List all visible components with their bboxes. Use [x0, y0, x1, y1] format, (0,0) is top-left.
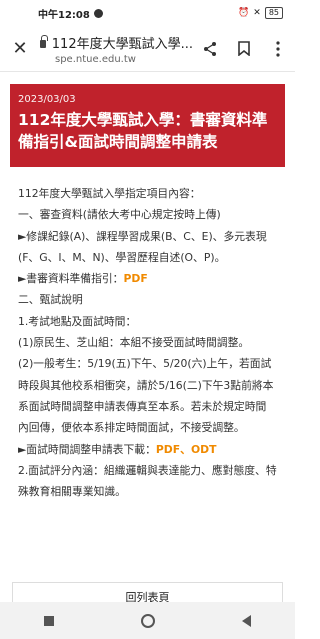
title-banner: 2023/03/03 112年度大學甄試入學：書審資料準備指引&面試時間調整申請…: [10, 84, 285, 167]
form-download-line: ►面試時間調整申請表下載：PDF、ODT: [18, 439, 277, 460]
guide-label: ►書審資料準備指引：: [18, 272, 124, 286]
status-bar: 中午12:08 ⏰ ✕ 85: [0, 0, 295, 26]
home-icon[interactable]: [140, 613, 155, 628]
more-menu-icon[interactable]: [261, 40, 295, 57]
guide-line: ►書審資料準備指引：PDF: [18, 268, 277, 289]
page-title: 112年度大學甄試入學...: [51, 36, 193, 52]
review-items: ►修課紀錄(A)、課程學習成果(B、C、E)、多元表現(F、G、I、M、N)、學…: [18, 229, 267, 264]
back-to-list-button[interactable]: 回列表頁: [12, 582, 283, 602]
scoring-criteria: 2.面試評分內涵：組織邏輯與表達能力、應對態度、特殊教育相關專業知識。: [18, 463, 277, 499]
section-heading-review: 一、審查資料(請依大考中心規定按時上傳): [18, 208, 221, 222]
post-date: 2023/03/03: [18, 94, 76, 105]
form-odt-link[interactable]: ODT: [191, 443, 217, 456]
status-icons: ⏰ ✕ 85: [238, 7, 283, 19]
article-body: 112年度大學甄試入學指定項目內容： 一、審查資料(請依大考中心規定按時上傳) …: [0, 167, 295, 502]
post-title: 112年度大學甄試入學：書審資料準備指引&面試時間調整申請表: [18, 111, 268, 151]
url-area[interactable]: 112年度大學甄試入學... spe.ntue.edu.tw: [40, 33, 193, 65]
bookmark-icon[interactable]: [227, 41, 261, 56]
lock-icon: [40, 34, 48, 48]
form-link-separator: 、: [180, 442, 191, 456]
battery-icon: 85: [264, 7, 283, 19]
alarm-icon: ⏰: [238, 8, 250, 18]
mute-icon: ✕: [253, 8, 261, 18]
recents-icon[interactable]: [43, 615, 54, 626]
status-time: 中午12:08: [38, 9, 90, 21]
messenger-icon: [93, 8, 103, 18]
url-host: spe.ntue.edu.tw: [55, 53, 136, 65]
section-heading-exam: 二、甄試說明: [18, 293, 83, 307]
exam-location-heading: 1.考試地點及面試時間：: [18, 314, 137, 328]
close-icon[interactable]: ✕: [0, 38, 40, 59]
browser-toolbar: ✕ 112年度大學甄試入學... spe.ntue.edu.tw: [0, 26, 295, 72]
exam-note-general: (2)一般考生：5/19(五)下午、5/20(六)上午，若面試時段與其他校系相衝…: [18, 357, 274, 435]
guide-pdf-link[interactable]: PDF: [123, 272, 147, 285]
system-nav-bar: [0, 602, 295, 639]
page-content: 2023/03/03 112年度大學甄試入學：書審資料準備指引&面試時間調整申請…: [0, 72, 295, 602]
exam-note-indigenous: (1)原民生、芝山組：本組不接受面試時間調整。: [18, 336, 250, 350]
form-download-label: ►面試時間調整申請表下載：: [18, 442, 156, 456]
form-pdf-link[interactable]: PDF: [156, 443, 180, 456]
back-icon[interactable]: [242, 614, 252, 627]
share-icon[interactable]: [193, 41, 227, 57]
article-intro: 112年度大學甄試入學指定項目內容：: [18, 187, 201, 200]
